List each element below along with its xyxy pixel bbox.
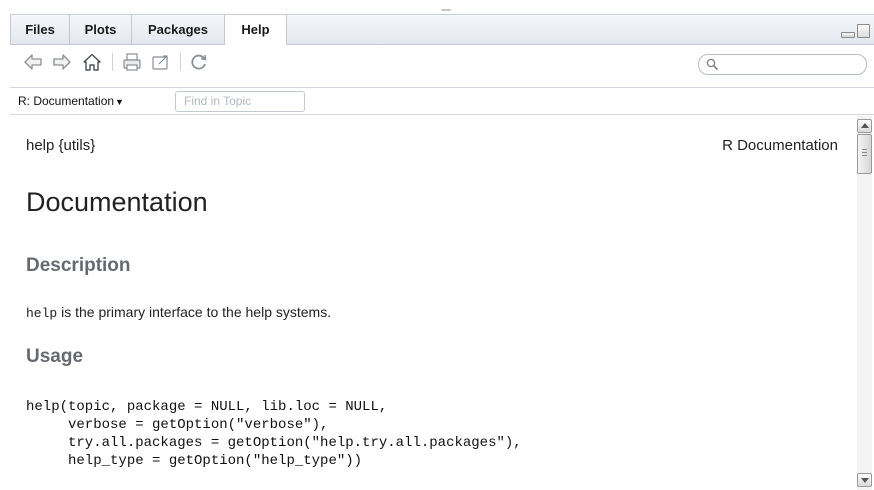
usage-heading: Usage [26, 346, 84, 367]
tab-packages[interactable]: Packages [132, 15, 225, 45]
forward-arrow-icon[interactable] [51, 51, 73, 73]
description-text: is the primary interface to the help sys… [57, 304, 332, 320]
tab-bar: Files Plots Packages Help [10, 14, 874, 46]
scroll-down-icon[interactable] [857, 473, 872, 487]
open-in-new-window-icon[interactable] [150, 51, 172, 73]
doc-title: Documentation [26, 187, 208, 217]
back-arrow-icon[interactable] [22, 51, 44, 73]
vertical-scrollbar[interactable] [844, 116, 874, 490]
print-icon[interactable] [121, 51, 143, 73]
maximize-pane-icon[interactable] [857, 24, 870, 38]
tab-help[interactable]: Help [225, 15, 287, 46]
find-in-topic-input[interactable]: Find in Topic [175, 91, 305, 112]
search-icon [706, 58, 719, 71]
scroll-up-icon[interactable] [857, 119, 872, 133]
top-strip [0, 0, 874, 14]
refresh-icon[interactable] [188, 51, 210, 73]
doc-package-header: help {utils} [26, 137, 96, 154]
scrollbar-thumb[interactable] [857, 134, 872, 174]
help-toolbar [10, 45, 874, 88]
topic-history-dropdown[interactable]: R: Documentation▼ [18, 93, 124, 110]
help-search-box[interactable] [698, 54, 867, 75]
toolbar-separator [180, 53, 181, 71]
home-icon[interactable] [81, 51, 103, 73]
help-search-input[interactable] [723, 56, 861, 73]
chevron-down-icon: ▼ [115, 97, 124, 107]
toolbar-separator [112, 53, 113, 71]
topic-dropdown-label: R: Documentation [18, 94, 115, 108]
description-heading: Description [26, 255, 131, 276]
tab-files[interactable]: Files [10, 15, 70, 45]
description-paragraph: help is the primary interface to the hel… [26, 304, 331, 321]
minimize-pane-icon[interactable] [840, 24, 855, 38]
topic-path-bar: R: Documentation▼ Find in Topic [10, 88, 874, 115]
pane-resize-grip[interactable] [441, 9, 451, 11]
tab-plots[interactable]: Plots [70, 15, 132, 45]
usage-code-block: help(topic, package = NULL, lib.loc = NU… [26, 399, 522, 469]
doc-type-header: R Documentation [722, 137, 838, 154]
help-document: help {utils} R Documentation Documentati… [10, 116, 844, 490]
description-code: help [26, 306, 58, 321]
